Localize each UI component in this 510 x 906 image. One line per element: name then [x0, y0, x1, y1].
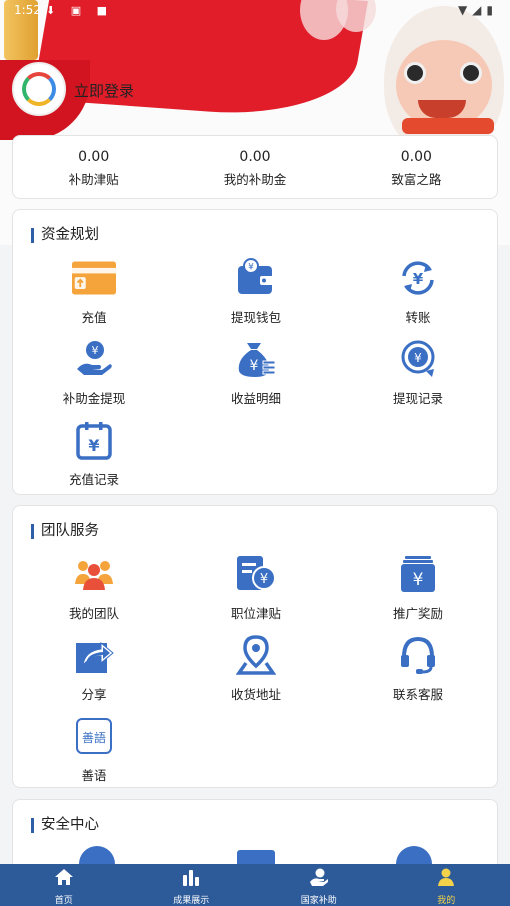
svg-text:¥: ¥ [260, 572, 268, 587]
bottom-tab-bar: 首页 成果展示 国家补助 我的 [0, 864, 510, 906]
promotion-reward-icon: ¥ [396, 552, 440, 596]
tab-label: 首页 [54, 896, 73, 906]
calendar-yen-icon: ¥ [72, 418, 116, 462]
stat-label: 我的补助金 [223, 172, 287, 187]
menu-label: 充值记录 [68, 472, 119, 487]
avatar[interactable] [12, 62, 66, 116]
money-bag-icon: ¥ [234, 337, 278, 381]
login-link[interactable]: 立即登录 [74, 80, 134, 101]
withdraw-record-icon: ¥ [396, 337, 440, 381]
svg-text:¥: ¥ [248, 263, 254, 273]
svg-text:¥: ¥ [413, 570, 424, 590]
tab-label: 成果展示 [173, 896, 210, 906]
menu-subsidy-withdraw[interactable]: ¥ 补助金提现 [13, 337, 175, 418]
system-icons: ▼◢▮ [457, 3, 498, 17]
share-icon [72, 633, 116, 677]
menu-label: 提现钱包 [230, 310, 281, 325]
dragon-eye [404, 62, 426, 84]
menu-label: 补助金提现 [62, 391, 126, 406]
svg-text:善語: 善語 [82, 730, 106, 745]
stats-card: 0.00 补助津贴 0.00 我的补助金 0.00 致富之路 [12, 135, 498, 199]
stat-label: 致富之路 [391, 172, 442, 187]
hand-coin-icon: ¥ [72, 337, 116, 381]
menu-income-details[interactable]: ¥ 收益明细 [175, 337, 337, 418]
dragon-scroll [402, 118, 494, 134]
menu-promotion-reward[interactable]: ¥ 推广奖励 [337, 552, 499, 633]
location-icon [234, 633, 278, 677]
home-icon [54, 868, 74, 890]
menu-recharge-records[interactable]: ¥ 充值记录 [13, 418, 175, 499]
menu-label: 分享 [81, 687, 107, 702]
tab-home[interactable]: 首页 [0, 864, 128, 906]
menu-label: 我的团队 [68, 606, 119, 621]
status-time: 1:52 [14, 3, 41, 17]
menu-shipping-address[interactable]: 收货地址 [175, 633, 337, 714]
menu-label: 充值 [81, 310, 107, 325]
dragon-eye [460, 62, 482, 84]
menu-label: 收货地址 [230, 687, 281, 702]
menu-contact-service[interactable]: 联系客服 [337, 633, 499, 714]
team-section: 团队服务 我的团队 ¥ 职位津贴 ¥ 推广奖励 分享 收货地址 联系客服 善語 … [12, 505, 498, 788]
subsidy-icon [309, 868, 329, 890]
status-bar: 1:52 ⬇ ▣ ■ ▼◢▮ [0, 0, 510, 22]
user-icon [436, 868, 456, 890]
position-allowance-icon: ¥ [234, 552, 278, 596]
svg-text:¥: ¥ [92, 344, 99, 357]
menu-withdraw-wallet[interactable]: ¥ 提现钱包 [175, 256, 337, 337]
menu-recharge[interactable]: 充值 [13, 256, 175, 337]
menu-position-allowance[interactable]: ¥ 职位津贴 [175, 552, 337, 633]
funds-section: 资金规划 充值 ¥ 提现钱包 ¥ 转账 ¥ 补助金提现 ¥ 收益明细 ¥ 提现记… [12, 209, 498, 495]
menu-label: 联系客服 [392, 687, 443, 702]
stat-allowance[interactable]: 0.00 补助津贴 [13, 136, 174, 198]
stat-wealth-road[interactable]: 0.00 致富之路 [336, 136, 497, 198]
headset-icon [396, 633, 440, 677]
bar-chart-icon [181, 868, 201, 890]
menu-withdraw-records[interactable]: ¥ 提现记录 [337, 337, 499, 418]
section-title: 安全中心 [31, 818, 99, 833]
tab-mine[interactable]: 我的 [383, 864, 510, 906]
menu-label: 提现记录 [392, 391, 443, 406]
svg-text:¥: ¥ [414, 351, 422, 365]
menu-transfer[interactable]: ¥ 转账 [337, 256, 499, 337]
section-title: 团队服务 [31, 524, 99, 539]
logo-icon [22, 72, 56, 106]
stat-label: 补助津贴 [68, 172, 119, 187]
svg-text:¥: ¥ [250, 358, 259, 374]
stat-value: 0.00 [78, 149, 110, 165]
menu-my-team[interactable]: 我的团队 [13, 552, 175, 633]
menu-label: 推广奖励 [392, 606, 443, 621]
menu-share[interactable]: 分享 [13, 633, 175, 714]
transfer-icon: ¥ [396, 256, 440, 300]
tab-national-subsidy[interactable]: 国家补助 [255, 864, 383, 906]
team-icon [72, 552, 116, 596]
menu-label: 善语 [81, 768, 107, 783]
svg-text:¥: ¥ [413, 270, 424, 288]
recharge-card-icon [72, 256, 116, 300]
tab-label: 我的 [437, 896, 456, 906]
menu-label: 职位津贴 [230, 606, 281, 621]
stat-value: 0.00 [400, 149, 432, 165]
menu-shanyu[interactable]: 善語 善语 [13, 714, 175, 795]
stat-value: 0.00 [239, 149, 271, 165]
shanyu-icon: 善語 [72, 714, 116, 758]
wallet-icon: ¥ [234, 256, 278, 300]
svg-text:¥: ¥ [88, 436, 99, 455]
tab-achievements[interactable]: 成果展示 [128, 864, 256, 906]
section-title: 资金规划 [31, 228, 99, 243]
menu-label: 收益明细 [230, 391, 281, 406]
notification-icons: ⬇ ▣ ■ [46, 4, 113, 17]
stat-my-subsidy[interactable]: 0.00 我的补助金 [174, 136, 335, 198]
tab-label: 国家补助 [300, 896, 337, 906]
menu-label: 转账 [405, 310, 431, 325]
